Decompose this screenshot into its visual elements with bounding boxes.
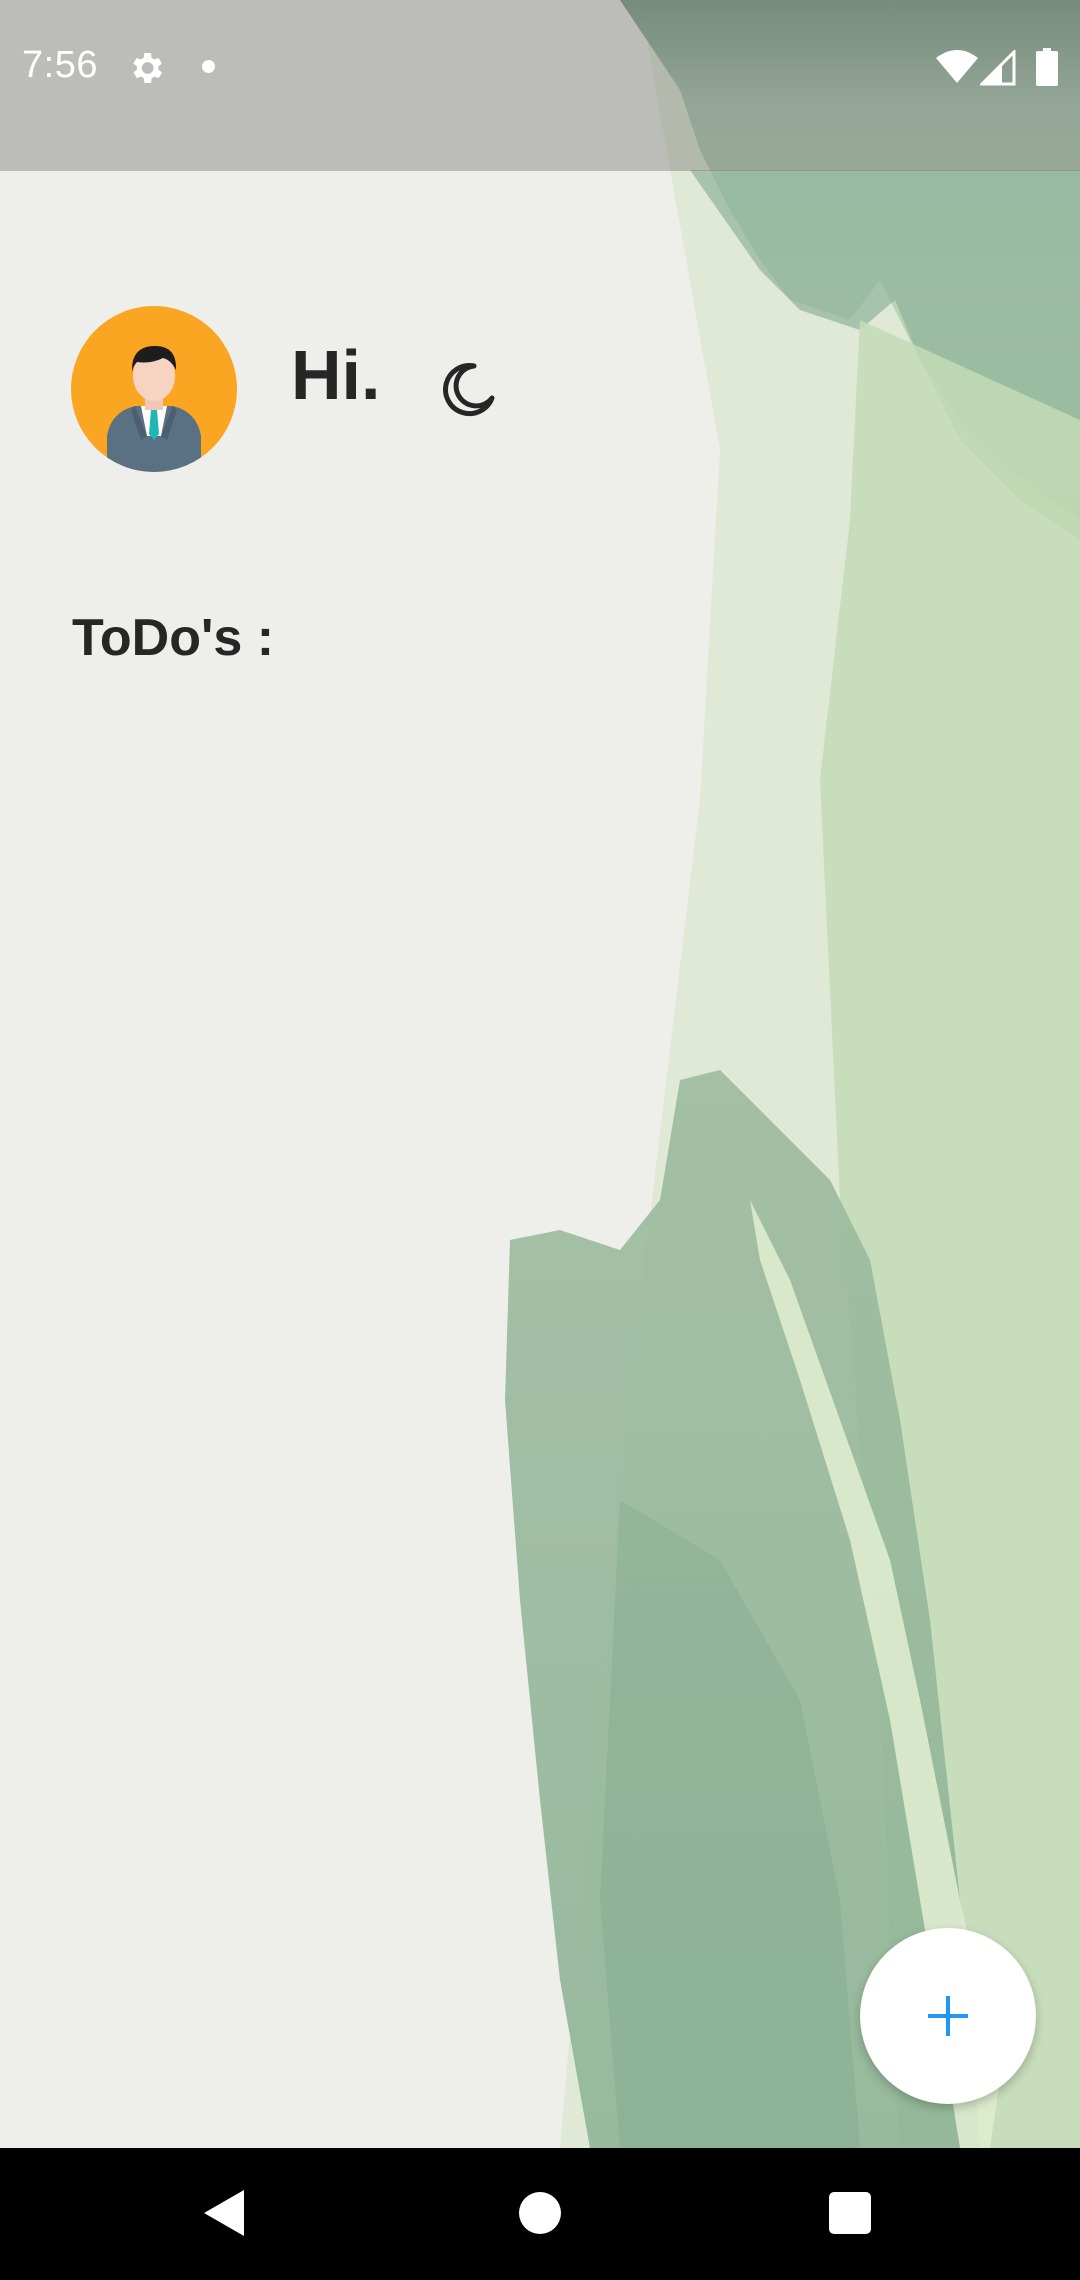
notification-dot-icon [202,60,215,73]
plus-icon [928,1996,968,2036]
cell-signal-icon [980,50,1016,86]
battery-icon [1036,48,1058,86]
home-icon[interactable] [519,2192,561,2234]
status-bar: 7:56 [0,0,1080,171]
app-screen: 7:56 Hi. ToDo's: [0,0,1080,2280]
back-icon[interactable] [204,2188,248,2238]
moon-icon[interactable] [436,358,498,420]
avatar[interactable] [71,306,237,472]
gear-icon [133,53,162,83]
navigation-bar [0,2148,1080,2280]
greeting-text: Hi. [291,336,381,414]
businessman-avatar-icon [107,346,201,472]
recents-icon[interactable] [829,2192,871,2234]
todos-title: ToDo's : [72,609,275,667]
add-todo-button[interactable] [860,1928,1036,2104]
status-time: 7:56 [22,44,98,86]
wifi-icon [936,50,978,83]
